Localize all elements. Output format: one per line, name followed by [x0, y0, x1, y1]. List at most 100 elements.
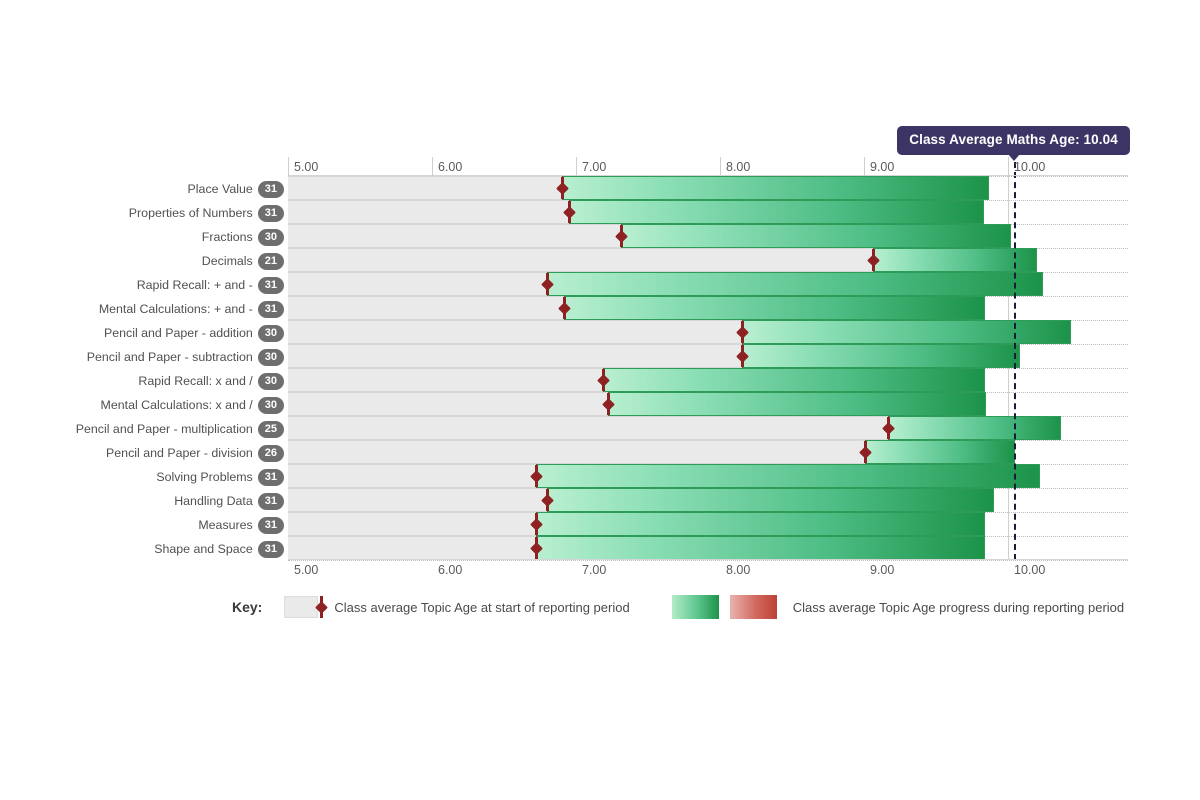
row-start-track: [288, 416, 889, 440]
chart-row[interactable]: [288, 392, 1128, 416]
category-label[interactable]: Place Value 31: [188, 181, 284, 198]
chart-row[interactable]: [288, 416, 1128, 440]
row-start-marker: [555, 177, 569, 199]
row-divider: [288, 560, 1128, 561]
axis-tick: [576, 157, 577, 176]
row-start-marker: [558, 297, 572, 319]
row-progress-bar: [888, 416, 1062, 440]
pupil-count-badge: 30: [257, 229, 284, 246]
axis-tick: [432, 157, 433, 176]
category-label-text: Pencil and Paper - addition: [103, 326, 253, 341]
key-swatch-progress-negative: [729, 595, 777, 619]
row-progress-bar: [872, 248, 1037, 272]
category-label[interactable]: Mental Calculations: + and - 31: [99, 301, 284, 318]
key-swatch-start: [284, 596, 329, 618]
chart-row[interactable]: [288, 248, 1128, 272]
axis-tick-label: 8.00: [726, 563, 751, 577]
axis-tick-label: 10.00: [1014, 563, 1046, 577]
category-label[interactable]: Shape and Space 31: [154, 541, 284, 558]
row-start-track: [288, 392, 608, 416]
row-start-marker: [562, 201, 576, 223]
chart-row[interactable]: [288, 464, 1128, 488]
chart-row[interactable]: [288, 272, 1128, 296]
axis-tick-label: 6.00: [438, 563, 463, 577]
category-label[interactable]: Properties of Numbers 31: [129, 205, 284, 222]
axis-rule-bottom: [288, 559, 1128, 560]
row-progress-bar: [547, 488, 994, 512]
category-label[interactable]: Mental Calculations: x and / 30: [101, 397, 284, 414]
category-label-text: Mental Calculations: + and -: [98, 302, 253, 317]
row-start-marker: [541, 489, 555, 511]
chart-row[interactable]: [288, 368, 1128, 392]
category-label[interactable]: Measures 31: [198, 517, 284, 534]
row-progress-bar: [741, 320, 1072, 344]
key-title: Key:: [232, 599, 263, 615]
pupil-count-badge: 30: [257, 325, 284, 342]
category-label[interactable]: Decimals 21: [202, 253, 284, 270]
pupil-count-badge: 31: [257, 517, 284, 534]
category-label[interactable]: Pencil and Paper - addition 30: [104, 325, 284, 342]
row-start-track: [288, 344, 742, 368]
row-progress-bar: [561, 176, 990, 200]
class-average-callout-label: Class Average Maths Age: 10.04: [909, 132, 1118, 147]
row-start-marker: [866, 249, 880, 271]
category-label[interactable]: Pencil and Paper - multiplication 25: [76, 421, 284, 438]
axis-tick-label: 10.00: [1014, 160, 1046, 174]
category-label-text: Rapid Recall: x and /: [138, 374, 253, 389]
row-start-marker: [735, 345, 749, 367]
pupil-count-badge: 30: [257, 373, 284, 390]
category-label[interactable]: Handling Data 31: [174, 493, 284, 510]
start-marker-icon: [315, 596, 329, 618]
row-start-marker: [529, 513, 543, 535]
pupil-count-badge: 21: [257, 253, 284, 270]
row-start-track: [288, 296, 565, 320]
row-progress-bar: [603, 368, 985, 392]
row-start-marker: [614, 225, 628, 247]
row-progress-bar: [741, 344, 1020, 368]
category-label-text: Fractions: [201, 230, 253, 245]
row-start-marker: [601, 393, 615, 415]
chart-row[interactable]: [288, 488, 1128, 512]
pupil-count-badge: 31: [257, 205, 284, 222]
chart-row[interactable]: [288, 320, 1128, 344]
axis-rule-top: [288, 175, 1128, 176]
category-label[interactable]: Rapid Recall: x and / 30: [138, 373, 284, 390]
key-label-progress: Class average Topic Age progress during …: [792, 599, 1125, 615]
row-start-marker: [541, 273, 555, 295]
row-start-track: [288, 200, 569, 224]
row-start-track: [288, 440, 866, 464]
chart-row[interactable]: [288, 224, 1128, 248]
category-label-text: Decimals: [201, 254, 253, 269]
axis-tick: [720, 157, 721, 176]
category-label-text: Pencil and Paper - multiplication: [75, 422, 253, 437]
chart-row[interactable]: [288, 536, 1128, 560]
row-progress-bar: [568, 200, 984, 224]
row-progress-bar: [535, 536, 985, 560]
row-start-marker: [882, 417, 896, 439]
class-average-line: [1013, 162, 1016, 560]
row-start-marker: [735, 321, 749, 343]
category-label-text: Mental Calculations: x and /: [100, 398, 253, 413]
category-label-text: Solving Problems: [156, 470, 253, 485]
chart-row[interactable]: [288, 344, 1128, 368]
chart-row[interactable]: [288, 296, 1128, 320]
chart-row[interactable]: [288, 440, 1128, 464]
row-start-marker: [529, 537, 543, 559]
category-label[interactable]: Fractions 30: [202, 229, 284, 246]
row-progress-bar: [564, 296, 985, 320]
pupil-count-badge: 30: [257, 349, 284, 366]
category-label[interactable]: Solving Problems 31: [156, 469, 284, 486]
pupil-count-badge: 31: [257, 181, 284, 198]
axis-tick-label: 9.00: [870, 160, 895, 174]
key-swatch-progress-positive: [671, 595, 719, 619]
pupil-count-badge: 26: [257, 445, 284, 462]
row-progress-bar: [535, 512, 985, 536]
chart-row[interactable]: [288, 176, 1128, 200]
category-label[interactable]: Pencil and Paper - division 26: [106, 445, 284, 462]
chart-row[interactable]: [288, 200, 1128, 224]
category-label[interactable]: Pencil and Paper - subtraction 30: [87, 349, 284, 366]
category-label-text: Pencil and Paper - division: [106, 446, 253, 461]
category-label[interactable]: Rapid Recall: + and - 31: [137, 277, 284, 294]
row-start-track: [288, 248, 873, 272]
chart-row[interactable]: [288, 512, 1128, 536]
